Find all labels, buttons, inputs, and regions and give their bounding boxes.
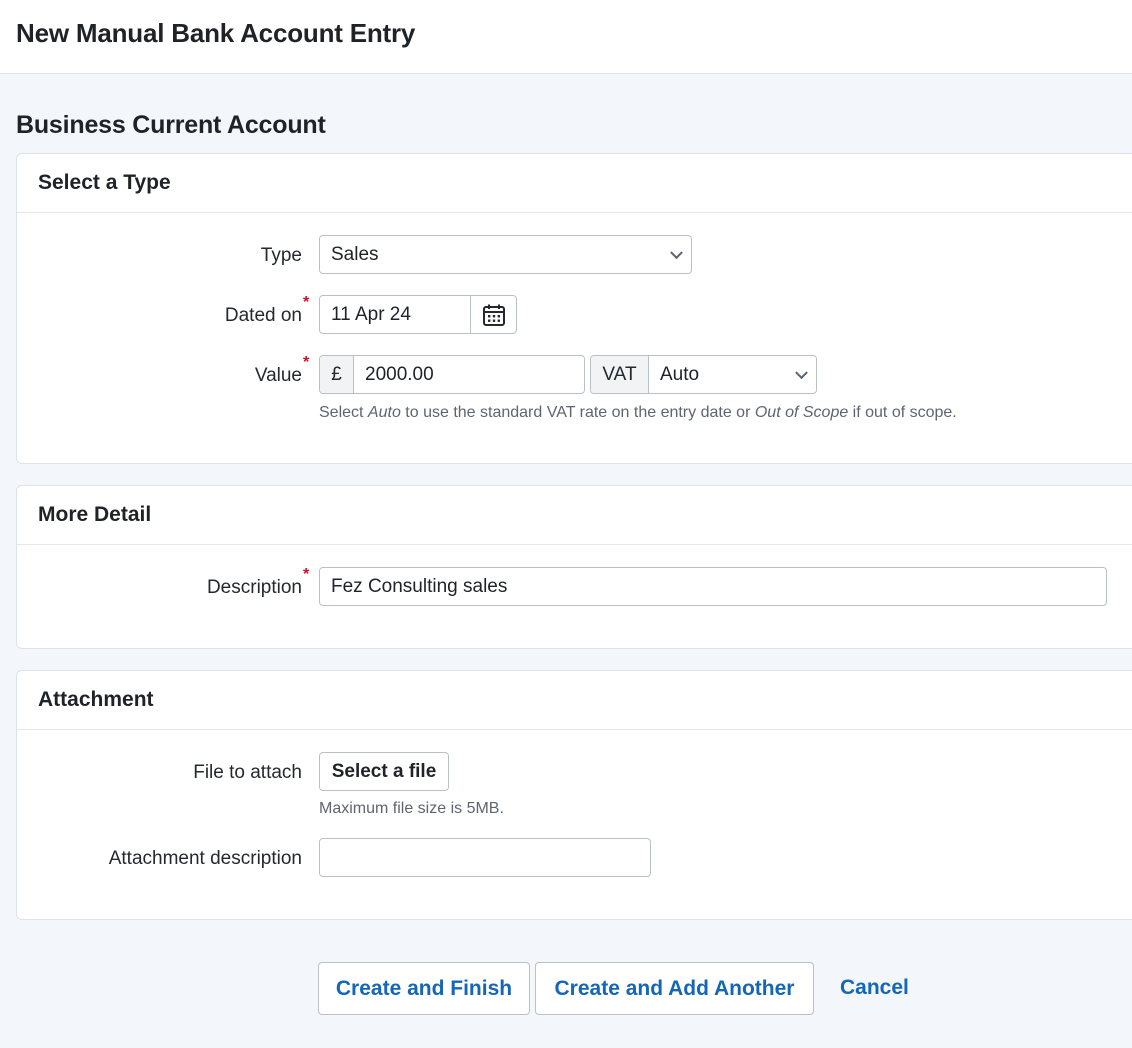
description-label: Description <box>206 577 302 598</box>
help-text-part: Select <box>319 404 368 421</box>
value-label: Value <box>254 365 302 386</box>
help-text-auto: Auto <box>367 404 401 421</box>
type-select[interactable]: Sales <box>319 235 692 274</box>
required-marker: * <box>303 566 310 583</box>
page-title: New Manual Bank Account Entry <box>16 18 416 48</box>
help-text-part: if out of scope. <box>848 404 957 421</box>
help-text-scope: Out of Scope <box>754 404 849 421</box>
attachment-description-input[interactable] <box>319 838 651 877</box>
vat-select-value: Auto <box>660 363 700 385</box>
required-marker: * <box>303 354 310 371</box>
vat-select[interactable]: VAT Auto <box>590 355 817 394</box>
type-label: Type <box>260 245 302 266</box>
help-text-part: to use the standard VAT rate on the entr… <box>400 404 755 421</box>
detail-card-title: More Detail <box>38 503 152 526</box>
file-label: File to attach <box>193 762 302 783</box>
vat-addon: VAT <box>591 356 649 393</box>
calendar-button[interactable] <box>470 296 516 333</box>
detail-card-header: More Detail <box>17 486 1132 545</box>
currency-addon: £ <box>320 356 354 393</box>
cancel-link[interactable]: Cancel <box>840 976 909 1000</box>
currency-symbol: £ <box>331 363 342 385</box>
vat-help-text: Select Auto to use the standard VAT rate… <box>319 404 957 422</box>
value-amount: 2000.00 <box>365 363 434 385</box>
date-input[interactable]: 11 Apr 24 <box>319 295 517 334</box>
select-file-button[interactable]: Select a file <box>319 752 449 791</box>
date-label: Dated on <box>224 305 302 326</box>
detail-card: More Detail Description * Fez Consulting… <box>16 485 1132 649</box>
chevron-down-icon <box>670 245 683 259</box>
top-bar: New Manual Bank Account Entry <box>0 0 1132 74</box>
file-size-help: Maximum file size is 5MB. <box>319 800 504 817</box>
type-card-title: Select a Type <box>38 171 171 194</box>
attachment-card-header: Attachment <box>17 671 1132 730</box>
create-and-finish-button[interactable]: Create and Finish <box>318 962 530 1015</box>
select-file-label: Select a file <box>331 760 437 782</box>
type-card: Select a Type Type Sales Dated on * 11 A… <box>16 153 1132 464</box>
create-and-add-another-button[interactable]: Create and Add Another <box>535 962 814 1015</box>
type-card-header: Select a Type <box>17 154 1132 213</box>
calendar-icon <box>482 304 505 326</box>
required-marker: * <box>303 294 310 311</box>
attachment-card-title: Attachment <box>38 688 154 711</box>
date-input-value: 11 Apr 24 <box>331 303 411 325</box>
attachment-description-label: Attachment description <box>108 848 302 869</box>
vat-addon-label: VAT <box>602 363 637 385</box>
description-value: Fez Consulting sales <box>331 575 508 597</box>
account-title: Business Current Account <box>16 111 326 139</box>
type-select-value: Sales <box>331 243 379 265</box>
chevron-down-icon <box>795 365 808 379</box>
description-input[interactable]: Fez Consulting sales <box>319 567 1107 606</box>
value-input[interactable]: £ 2000.00 <box>319 355 585 394</box>
attachment-card: Attachment File to attach Select a file … <box>16 670 1132 920</box>
